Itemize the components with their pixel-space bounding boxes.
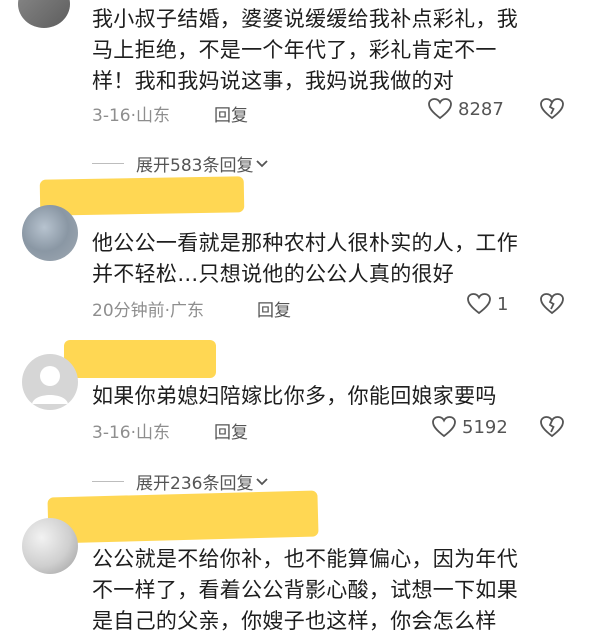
heart-icon — [428, 98, 452, 120]
redaction-mark — [64, 340, 216, 378]
like-count: 1 — [497, 293, 509, 315]
comment-line: 公公就是不给你补，也不能算偏心，因为年代 — [92, 547, 518, 571]
reply-button[interactable]: 回复 — [257, 296, 291, 321]
comment-line: 他公公一看就是那种农村人很朴实的人，工作 — [92, 231, 518, 255]
divider — [92, 163, 124, 164]
dislike-button[interactable] — [540, 416, 564, 442]
comment-meta: 20分钟前·广东 — [92, 301, 205, 321]
comment-time: 3-16 — [92, 106, 131, 126]
chevron-down-icon — [256, 477, 269, 485]
dislike-button[interactable] — [540, 98, 564, 124]
comment-location: 广东 — [170, 301, 205, 321]
expand-label: 展开236条回复 — [136, 474, 254, 494]
avatar[interactable] — [18, 0, 70, 28]
like-button[interactable]: 8287 — [428, 98, 504, 120]
broken-heart-icon — [540, 293, 564, 315]
comment-line: 马上拒绝，不是一个年代了，彩礼肯定不一 — [92, 38, 497, 62]
redaction-mark — [39, 176, 245, 216]
expand-replies-button[interactable]: 展开583条回复 — [92, 151, 269, 176]
dislike-button[interactable] — [540, 293, 564, 319]
divider — [92, 481, 124, 482]
default-avatar-icon — [32, 366, 68, 404]
comment-text: 如果你弟媳妇陪嫁比你多，你能回娘家要吗 — [92, 381, 497, 412]
heart-icon — [467, 293, 491, 315]
comment-location: 山东 — [136, 423, 170, 443]
like-count: 8287 — [458, 98, 504, 120]
comment-line: 样！我和我妈说这事，我妈说我做的对 — [92, 69, 455, 93]
redaction-mark — [47, 490, 319, 544]
comment-line: 是自己的父亲，你嫂子也这样，你会怎么样 — [92, 609, 497, 633]
expand-replies-button[interactable]: 展开236条回复 — [92, 469, 269, 494]
comment-time: 3-16 — [92, 423, 131, 443]
expand-label: 展开583条回复 — [136, 156, 254, 176]
comment-line: 我小叔子结婚，婆婆说缓缓给我补点彩礼，我 — [92, 7, 518, 31]
comment-meta: 3-16·山东 — [92, 423, 170, 443]
reply-button[interactable]: 回复 — [214, 418, 248, 443]
comment-text: 我小叔子结婚，婆婆说缓缓给我补点彩礼，我 马上拒绝，不是一个年代了，彩礼肯定不一… — [92, 4, 518, 97]
like-button[interactable]: 1 — [467, 293, 508, 315]
heart-icon — [432, 416, 456, 438]
broken-heart-icon — [540, 416, 564, 438]
comment-text: 他公公一看就是那种农村人很朴实的人，工作 并不轻松…只想说他的公公人真的很好 — [92, 228, 518, 290]
comment-location: 山东 — [136, 106, 170, 126]
comment-time: 20分钟前 — [92, 301, 165, 321]
avatar[interactable] — [22, 518, 78, 574]
like-button[interactable]: 5192 — [432, 416, 508, 438]
comment-line: 并不轻松…只想说他的公公人真的很好 — [92, 262, 455, 286]
avatar[interactable] — [22, 205, 78, 261]
comment-line: 如果你弟媳妇陪嫁比你多，你能回娘家要吗 — [92, 384, 497, 408]
comment-meta: 3-16·山东 — [92, 106, 170, 126]
comment-line: 不一样了，看着公公背影心酸，试想一下如果 — [92, 578, 518, 602]
reply-button[interactable]: 回复 — [214, 101, 248, 126]
comment-text: 公公就是不给你补，也不能算偏心，因为年代 不一样了，看着公公背影心酸，试想一下如… — [92, 544, 518, 637]
avatar[interactable] — [22, 354, 78, 410]
like-count: 5192 — [462, 416, 508, 438]
chevron-down-icon — [256, 159, 269, 167]
broken-heart-icon — [540, 98, 564, 120]
